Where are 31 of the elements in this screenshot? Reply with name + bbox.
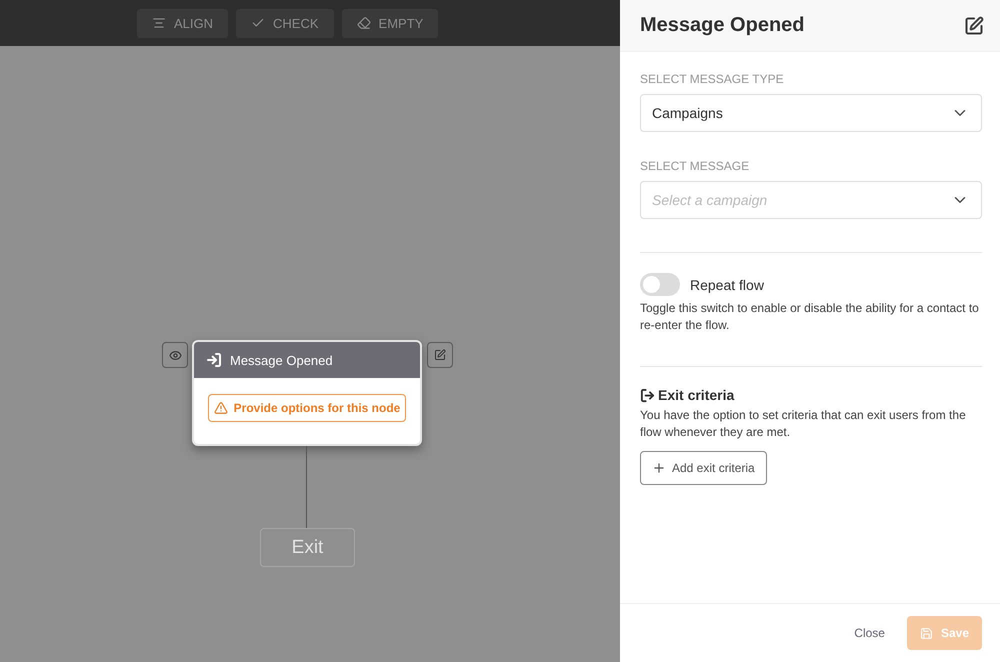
eye-icon xyxy=(168,348,182,362)
edit-icon[interactable] xyxy=(964,16,984,36)
warning-icon xyxy=(214,401,228,415)
warning-text: Provide options for this node xyxy=(234,401,400,415)
select-field[interactable]: Campaigns xyxy=(640,94,982,132)
plus-icon xyxy=(652,461,666,475)
exit-icon xyxy=(640,388,655,402)
select-field[interactable]: Select a campaign xyxy=(640,181,982,219)
view-button[interactable] xyxy=(162,342,188,368)
section-title: Exit criteria xyxy=(658,387,734,403)
field-label: SELECT MESSAGE TYPE xyxy=(640,72,785,86)
edit-icon xyxy=(434,349,446,361)
add-exit-criteria-button[interactable]: Add exit criteria xyxy=(640,451,767,485)
toggle-label: Repeat flow xyxy=(690,276,764,292)
exit-node: Exit xyxy=(260,528,355,567)
panel-title: Message Opened xyxy=(640,14,805,37)
align-button[interactable]: ALIGN xyxy=(137,8,228,38)
check-button[interactable]: CHECK xyxy=(236,8,334,38)
align-center-icon xyxy=(152,16,166,30)
erase-button[interactable]: EMPTY xyxy=(342,8,438,38)
login-icon xyxy=(206,352,222,368)
field-label: SELECT MESSAGE xyxy=(640,159,750,173)
edit-button[interactable] xyxy=(427,342,453,368)
help-text: Toggle this switch to enable or disable the ability for a contact to re-enter the flow. xyxy=(640,300,980,334)
node-title: Message Opened xyxy=(230,352,333,368)
close-button[interactable]: Close xyxy=(850,618,889,648)
section-description: You have the option to set criteria that can exit users from the flow whenever they are met. xyxy=(640,407,967,441)
eraser-icon xyxy=(356,16,371,30)
toggle-switch[interactable] xyxy=(640,273,680,296)
save-icon xyxy=(920,626,933,640)
flow-node[interactable]: Message Opened Provide options for this node xyxy=(192,340,422,446)
